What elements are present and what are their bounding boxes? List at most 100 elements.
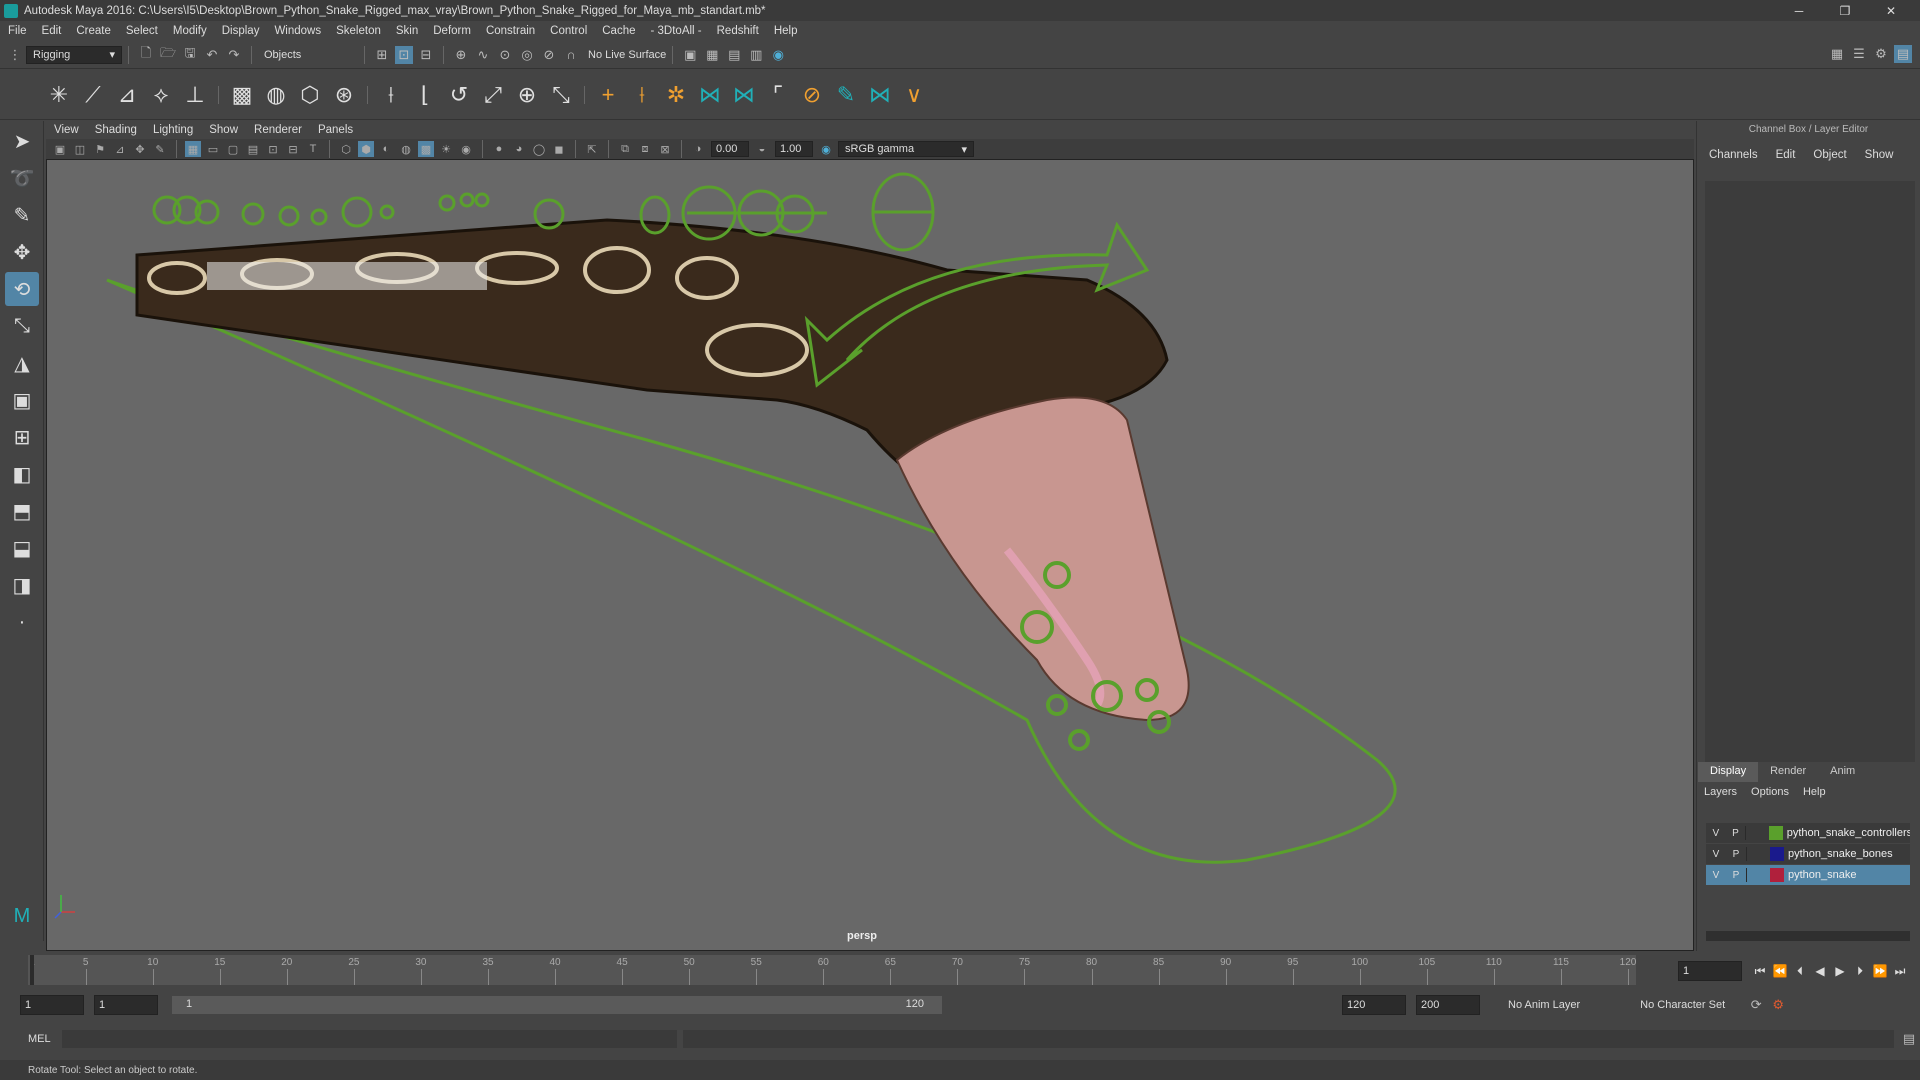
menu-cache[interactable]: Cache xyxy=(602,25,635,37)
command-language-label[interactable]: MEL xyxy=(28,1033,62,1045)
animation-start-field[interactable]: 1 xyxy=(20,995,84,1015)
snap-grid-icon[interactable]: ⊕ xyxy=(452,46,470,64)
color-management-icon[interactable]: ◉ xyxy=(818,141,834,157)
layer-row[interactable]: V P python_snake_controllers xyxy=(1706,823,1910,843)
panel-menu-show[interactable]: Show xyxy=(209,124,238,136)
cluster-icon[interactable]: ⊛ xyxy=(327,78,361,112)
step-forward-key-icon[interactable]: ⏵ xyxy=(1850,964,1870,979)
ik-spline-icon[interactable]: ⊿ xyxy=(110,78,144,112)
safe-title-icon[interactable]: T xyxy=(305,141,321,157)
current-frame-field[interactable]: 1 xyxy=(1678,961,1742,981)
layer-playback-toggle[interactable]: P xyxy=(1726,828,1746,839)
bookmark-icon[interactable]: ⚑ xyxy=(92,141,108,157)
grid-icon[interactable]: ▦ xyxy=(185,141,201,157)
cb-menu-edit[interactable]: Edit xyxy=(1776,149,1796,161)
anim-layer-dropdown[interactable]: No Anim Layer xyxy=(1508,999,1580,1011)
menu-create[interactable]: Create xyxy=(76,25,111,37)
play-backward-icon[interactable]: ◀ xyxy=(1810,964,1830,978)
menu-file[interactable]: File xyxy=(8,25,27,37)
script-editor-icon[interactable]: ▤ xyxy=(1900,1030,1918,1048)
blank-shelf-icon[interactable]: ⌜ xyxy=(761,78,795,112)
layer-color-swatch[interactable] xyxy=(1770,847,1784,861)
new-scene-icon[interactable]: 🗋 xyxy=(137,45,155,64)
snap-view-icon[interactable]: ◎ xyxy=(518,46,536,64)
layer-playback-toggle[interactable]: P xyxy=(1726,849,1746,860)
aim-constraint-icon[interactable]: ⌊ xyxy=(408,78,442,112)
lasso-tool-icon[interactable]: ➰ xyxy=(5,161,39,195)
set-key-icon[interactable]: ⊘ xyxy=(795,78,829,112)
pole-vector-icon[interactable]: ⤡ xyxy=(544,78,578,112)
paint-effects-icon[interactable]: ✎ xyxy=(829,78,863,112)
xray-icon[interactable]: ⧉ xyxy=(617,141,633,157)
rotate-tool-icon[interactable]: ⟲ xyxy=(5,272,39,306)
menu-constrain[interactable]: Constrain xyxy=(486,25,535,37)
tool-settings-icon[interactable]: ⚙ xyxy=(1872,45,1890,63)
gamma-field[interactable]: 1.00 xyxy=(775,141,813,157)
tab-anim[interactable]: Anim xyxy=(1818,762,1867,782)
layer-type-toggle[interactable] xyxy=(1745,826,1765,840)
orient-constraint-icon[interactable]: ↺ xyxy=(442,78,476,112)
go-to-start-icon[interactable]: ⏮ xyxy=(1750,964,1770,979)
render-settings-icon[interactable]: ▥ xyxy=(747,46,765,64)
move-tool-icon[interactable]: ✥ xyxy=(5,235,39,269)
range-bar[interactable]: 1 120 xyxy=(172,996,942,1014)
menu-3dtoall[interactable]: - 3DtoAll - xyxy=(651,25,702,37)
layer-menu-layers[interactable]: Layers xyxy=(1704,786,1737,798)
anti-aliasing-icon[interactable]: ◯ xyxy=(531,141,547,157)
snap-magnet-icon[interactable]: ∩ xyxy=(562,46,580,64)
menu-deform[interactable]: Deform xyxy=(433,25,471,37)
field-chart-icon[interactable]: ⊡ xyxy=(265,141,281,157)
motion-blur-icon[interactable]: ◕ xyxy=(511,141,527,157)
outliner-layout-icon[interactable]: ◨ xyxy=(5,568,39,602)
snap-curve-icon[interactable]: ∿ xyxy=(474,46,492,64)
menu-display[interactable]: Display xyxy=(222,25,260,37)
screen-space-ao-icon[interactable]: ● xyxy=(491,141,507,157)
step-back-icon[interactable]: ⏪ xyxy=(1770,964,1790,978)
step-forward-icon[interactable]: ⏩ xyxy=(1870,964,1890,978)
scale-tool-icon[interactable]: ⤡ xyxy=(5,309,39,343)
scene-view[interactable] xyxy=(47,160,1694,951)
save-scene-icon[interactable]: 🖫 xyxy=(181,45,199,64)
maximize-button[interactable]: ❐ xyxy=(1822,0,1868,21)
parent-constraint-icon[interactable]: ⊕ xyxy=(510,78,544,112)
layer-playback-toggle[interactable]: P xyxy=(1726,870,1746,881)
minimize-button[interactable]: ─ xyxy=(1776,0,1822,21)
menu-skeleton[interactable]: Skeleton xyxy=(336,25,381,37)
camera-attributes-icon[interactable]: ◫ xyxy=(72,141,88,157)
view-transform-dropdown[interactable]: sRGB gamma ▾ xyxy=(838,141,974,157)
panel-menu-renderer[interactable]: Renderer xyxy=(254,124,302,136)
cb-menu-show[interactable]: Show xyxy=(1865,149,1894,161)
step-back-key-icon[interactable]: ⏴ xyxy=(1790,964,1810,979)
redo-icon[interactable]: ↷ xyxy=(225,46,243,64)
smooth-shade-icon[interactable]: ⬢ xyxy=(358,141,374,157)
select-object-icon[interactable]: ⊡ xyxy=(395,45,413,64)
check-icon[interactable]: ∨ xyxy=(897,78,931,112)
go-to-end-icon[interactable]: ⏭ xyxy=(1890,964,1910,979)
layer-color-swatch[interactable] xyxy=(1770,868,1784,882)
film-gate-icon[interactable]: ▭ xyxy=(205,141,221,157)
resolution-gate-icon[interactable]: ▢ xyxy=(225,141,241,157)
grease-pencil-icon[interactable]: ✎ xyxy=(152,141,168,157)
point-constraint-icon[interactable]: ⟊ xyxy=(374,78,408,112)
ipr-render-icon[interactable]: ▤ xyxy=(725,46,743,64)
isolate-select-icon[interactable]: ⇱ xyxy=(584,141,600,157)
mirror-joint-icon[interactable]: ⟡ xyxy=(144,78,178,112)
menu-edit[interactable]: Edit xyxy=(42,25,62,37)
layer-visibility-toggle[interactable]: V xyxy=(1706,828,1726,839)
hypershade-layout-icon[interactable]: ⬓ xyxy=(5,531,39,565)
open-scene-icon[interactable]: 🗁 xyxy=(159,45,177,64)
menu-skin[interactable]: Skin xyxy=(396,25,418,37)
layer-name[interactable]: python_snake_controllers xyxy=(1787,827,1910,839)
orient-joint-icon[interactable]: ⊥ xyxy=(178,78,212,112)
star-control-icon[interactable]: ✲ xyxy=(659,78,693,112)
layer-menu-help[interactable]: Help xyxy=(1803,786,1826,798)
menu-select[interactable]: Select xyxy=(126,25,158,37)
menu-set-dropdown[interactable]: Rigging ▾ xyxy=(26,45,122,64)
layer-scrollbar[interactable] xyxy=(1706,931,1910,941)
cb-menu-object[interactable]: Object xyxy=(1813,149,1846,161)
layer-row[interactable]: V P python_snake xyxy=(1706,865,1910,885)
layer-row[interactable]: V P python_snake_bones xyxy=(1706,844,1910,864)
modeling-toolkit-icon[interactable]: ▦ xyxy=(1828,45,1846,63)
auto-key-icon[interactable]: ⟳ xyxy=(1747,996,1765,1014)
character-set-dropdown[interactable]: No Character Set xyxy=(1640,999,1725,1011)
